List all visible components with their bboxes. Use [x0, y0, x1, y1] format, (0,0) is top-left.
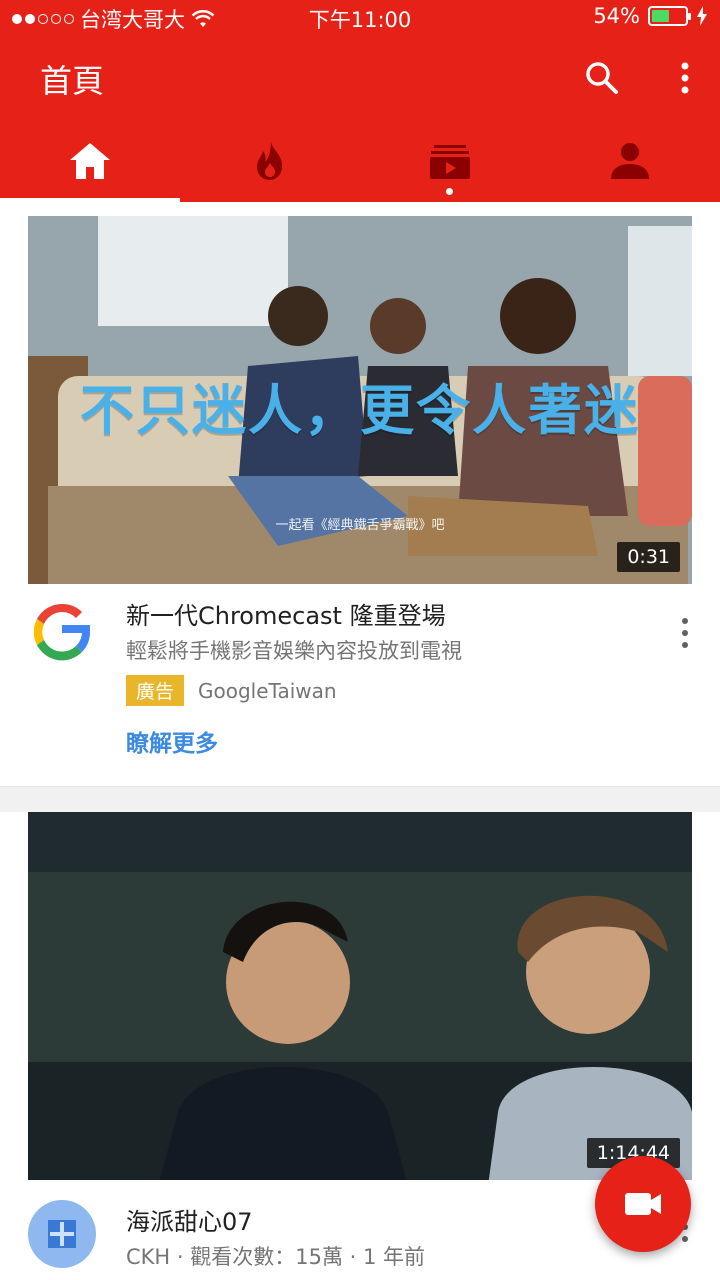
more-vert-icon[interactable] [670, 58, 700, 98]
video-meta: 新一代Chromecast 隆重登場 輕鬆將手機影音娛樂內容投放到電視 廣告 G… [126, 596, 462, 706]
page-title: 首頁 [40, 62, 105, 100]
video-title[interactable]: 海派甜心07 [126, 1202, 425, 1237]
search-icon[interactable] [582, 58, 622, 98]
status-bar: 台湾大哥大 下午11:00 54% [0, 0, 720, 36]
subscriptions-icon [430, 145, 470, 179]
tab-bar [0, 120, 720, 202]
app-bar: 首頁 [0, 36, 720, 120]
thumbnail-scene [28, 812, 692, 1180]
thumbnail-caption: 一起看《經典鐵舌爭霸戰》吧 [275, 518, 445, 533]
battery-fill [652, 10, 670, 22]
video-title[interactable]: 新一代Chromecast 隆重登場 [126, 596, 462, 631]
tab-trending[interactable] [180, 120, 360, 202]
learn-more-link[interactable]: 瞭解更多 [126, 724, 218, 758]
ad-badge: 廣告 [126, 675, 185, 706]
tab-home[interactable] [0, 120, 180, 202]
feed-item-ad[interactable]: 不只迷人，更令人著迷 一起看《經典鐵舌爭霸戰》吧 0:31 新一代Chromec… [0, 202, 720, 786]
video-thumbnail[interactable]: 不只迷人，更令人著迷 一起看《經典鐵舌爭霸戰》吧 0:31 [28, 216, 692, 584]
card-divider [0, 786, 720, 812]
video-meta: 海派甜心07 CKH · 觀看次數：15萬 · 1 年前 [126, 1202, 425, 1271]
home-icon [70, 143, 110, 179]
app-screen: 台湾大哥大 下午11:00 54% 首頁 不只迷人，更令人著迷 一起看《經典鐵舌… [0, 0, 720, 1280]
more-vert-icon[interactable] [672, 616, 698, 650]
video-meta-line: CKH · 觀看次數：15萬 · 1 年前 [126, 1245, 426, 1269]
ad-row: 廣告 GoogleTaiwan [126, 675, 462, 706]
battery-percent: 54% [593, 4, 640, 28]
upload-fab[interactable] [595, 1156, 691, 1252]
channel-avatar-icon[interactable] [28, 1200, 96, 1268]
tab-account[interactable] [540, 120, 720, 202]
thumbnail-overlay-text: 不只迷人，更令人著迷 [80, 379, 640, 442]
video-camera-icon [625, 1193, 661, 1215]
status-right: 54% [593, 4, 708, 28]
tab-subscriptions[interactable] [360, 120, 540, 202]
account-icon [611, 143, 649, 179]
home-feed[interactable]: 不只迷人，更令人著迷 一起看《經典鐵舌爭霸戰》吧 0:31 新一代Chromec… [0, 202, 720, 1280]
google-logo-icon[interactable] [28, 598, 96, 666]
flame-icon [257, 142, 283, 180]
duration-badge: 0:31 [617, 542, 680, 572]
channel-name: GoogleTaiwan [198, 678, 337, 703]
notification-dot [446, 188, 453, 195]
battery-icon [648, 6, 691, 26]
video-subtitle: 輕鬆將手機影音娛樂內容投放到電視 [126, 639, 462, 663]
charging-bolt-icon [697, 6, 707, 26]
video-thumbnail[interactable]: 1:14:44 [28, 812, 692, 1180]
